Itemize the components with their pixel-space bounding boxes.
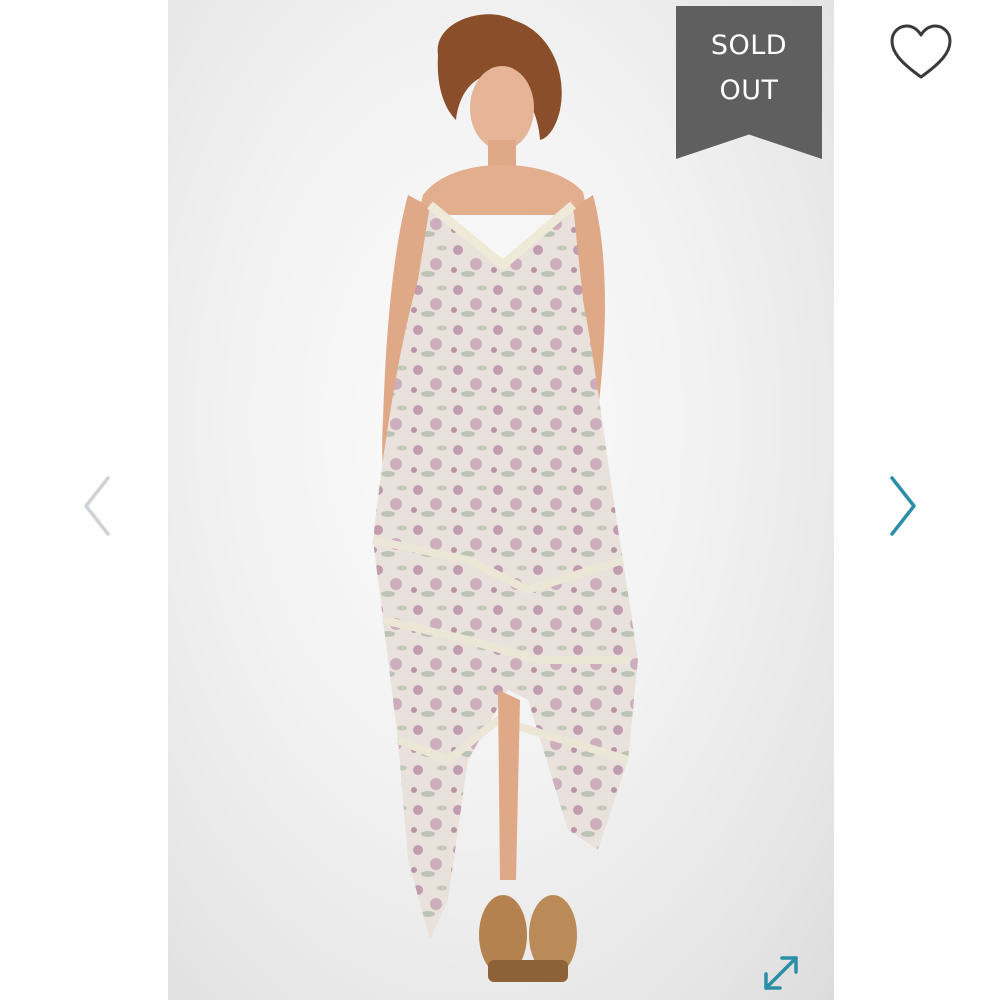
product-image-viewer: SOLD OUT	[0, 0, 1000, 1000]
favorite-button[interactable]	[888, 22, 954, 84]
next-image-button[interactable]	[882, 470, 922, 542]
expand-diagonal-icon	[764, 956, 798, 990]
chevron-right-icon	[890, 476, 916, 536]
product-photo[interactable]	[168, 0, 834, 1000]
heart-outline-icon	[890, 24, 952, 79]
previous-image-button[interactable]	[78, 470, 118, 542]
sold-out-badge-line2: OUT	[719, 75, 779, 106]
sold-out-badge-line1: SOLD	[710, 30, 788, 61]
expand-image-button[interactable]	[756, 950, 806, 998]
chevron-left-icon	[84, 476, 110, 536]
dress-model-illustration	[372, 14, 638, 982]
